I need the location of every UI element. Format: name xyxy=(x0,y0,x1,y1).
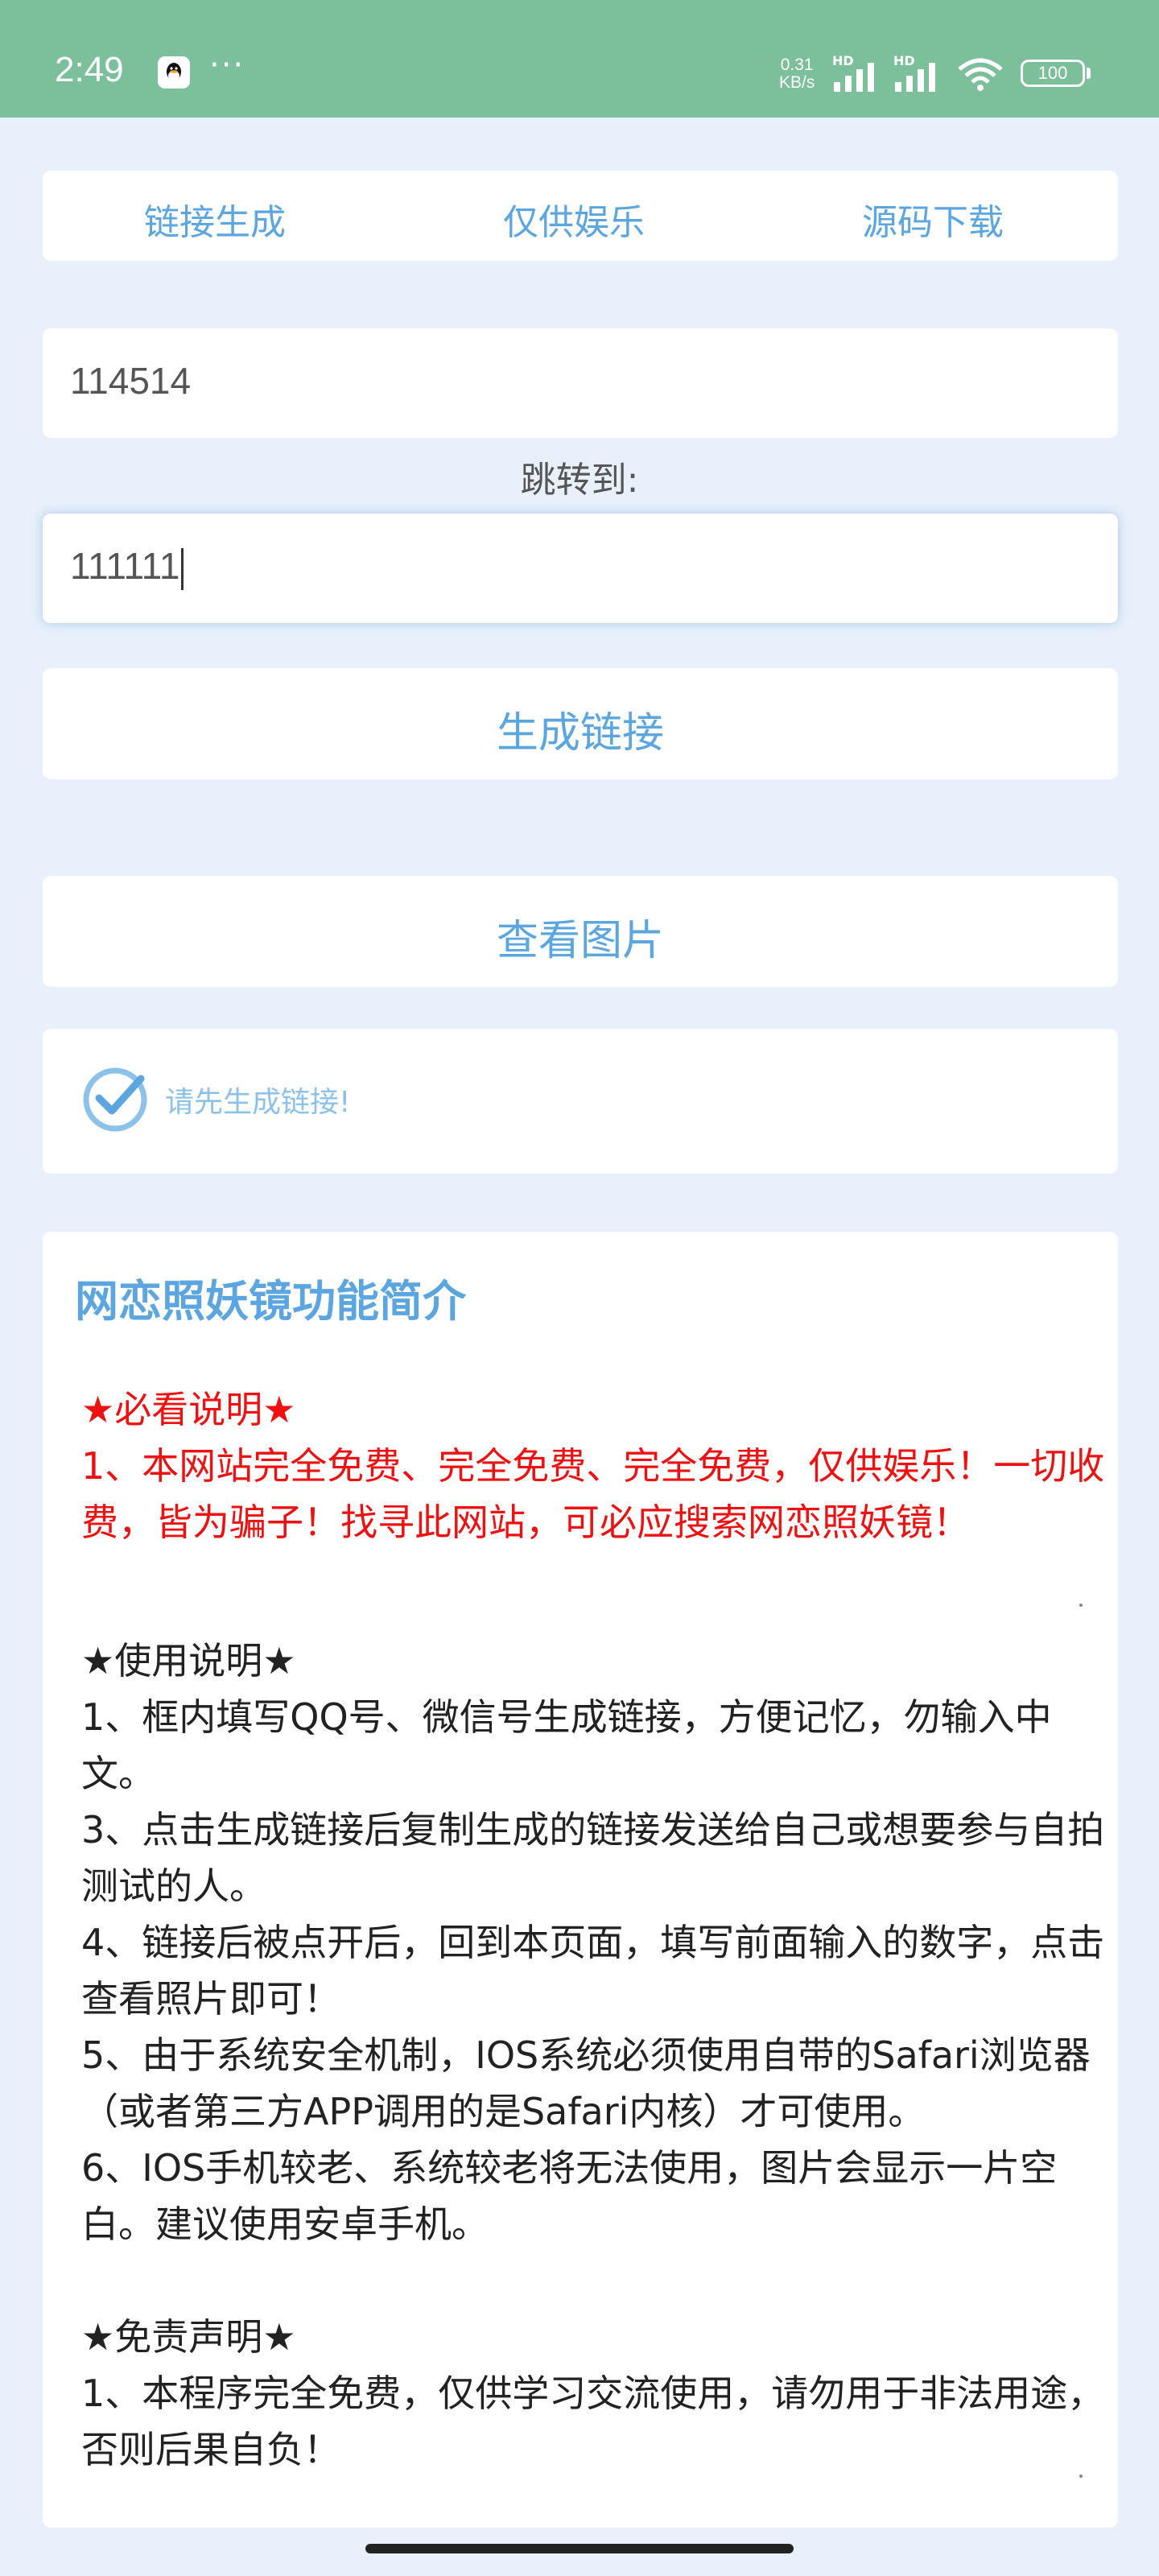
jump-target-value: 111111 xyxy=(70,544,184,590)
usage-item-3: 3、点击生成链接后复制生成的链接发送给自己或想要参与自拍测试的人。 xyxy=(81,1808,1105,1908)
generate-link-label: 生成链接 xyxy=(496,709,664,758)
nav-link-generate[interactable]: 链接生成 xyxy=(144,193,286,245)
hint-message: 请先生成链接! xyxy=(165,1086,351,1119)
dot-decoration xyxy=(1079,1604,1083,1607)
generate-link-button[interactable]: 生成链接 xyxy=(43,668,1118,779)
status-time: 2:49 xyxy=(55,50,124,89)
net-speed: 0.31 KB/s xyxy=(779,56,815,92)
usage-item-4: 4、链接后被点开后，回到本页面，填写前面输入的数字，点击查看照片即可！ xyxy=(81,1921,1105,2021)
must-read-text: 1、本网站完全免费、完全免费、完全免费，仅供娱乐！一切收费，皆为骗子！找寻此网站… xyxy=(81,1444,1105,1544)
usage-item-1: 1、框内填写QQ号、微信号生成链接，方便记忆，勿输入中文。 xyxy=(81,1695,1052,1795)
battery-tip xyxy=(1087,68,1091,79)
check-circle-icon xyxy=(83,1067,147,1132)
battery-icon: 100 xyxy=(1021,60,1085,87)
usage-heading: ★使用说明★ xyxy=(81,1639,296,1682)
hint-card: 请先生成链接! xyxy=(43,1029,1118,1174)
nav-link-entertainment[interactable]: 仅供娱乐 xyxy=(503,193,645,245)
dot-decoration-2 xyxy=(1079,2475,1083,2478)
qq-icon xyxy=(158,56,190,89)
text-caret xyxy=(181,547,184,590)
signal-icon xyxy=(834,63,874,92)
top-nav: 链接生成 仅供娱乐 源码下载 xyxy=(43,171,1118,261)
jump-to-label: 跳转到: xyxy=(520,460,639,501)
signal-icon-2 xyxy=(895,63,935,92)
disclaimer-item-1: 1、本程序完全免费，仅供学习交流使用，请勿用于非法用途，否则后果自负！ xyxy=(81,2372,1105,2471)
nav-link-source-download[interactable]: 源码下载 xyxy=(862,193,1004,245)
wifi-icon xyxy=(958,58,1003,91)
qq-number-input[interactable]: 114514 xyxy=(43,328,1118,438)
home-indicator[interactable] xyxy=(365,2544,794,2553)
must-read-heading: ★必看说明★ xyxy=(81,1388,296,1431)
qq-number-value: 114514 xyxy=(70,360,192,402)
usage-item-5: 5、由于系统安全机制，IOS系统必须使用自带的Safari浏览器（或者第三方AP… xyxy=(81,2033,1091,2133)
more-dots: ··· xyxy=(209,47,245,84)
intro-title: 网恋照妖镜功能简介 xyxy=(75,1276,466,1327)
view-image-button[interactable]: 查看图片 xyxy=(43,876,1118,987)
disclaimer-heading: ★免责声明★ xyxy=(81,2315,296,2359)
view-image-label: 查看图片 xyxy=(496,917,664,965)
usage-item-6: 6、IOS手机较老、系统较老将无法使用，图片会显示一片空白。建议使用安卓手机。 xyxy=(81,2146,1058,2246)
intro-card: 网恋照妖镜功能简介 ★必看说明★ 1、本网站完全免费、完全免费、完全免费，仅供娱… xyxy=(43,1232,1118,2528)
jump-target-input[interactable]: 111111 xyxy=(43,514,1118,623)
status-bar: 2:49 ··· 0.31 KB/s HD HD 100 xyxy=(0,0,1159,118)
